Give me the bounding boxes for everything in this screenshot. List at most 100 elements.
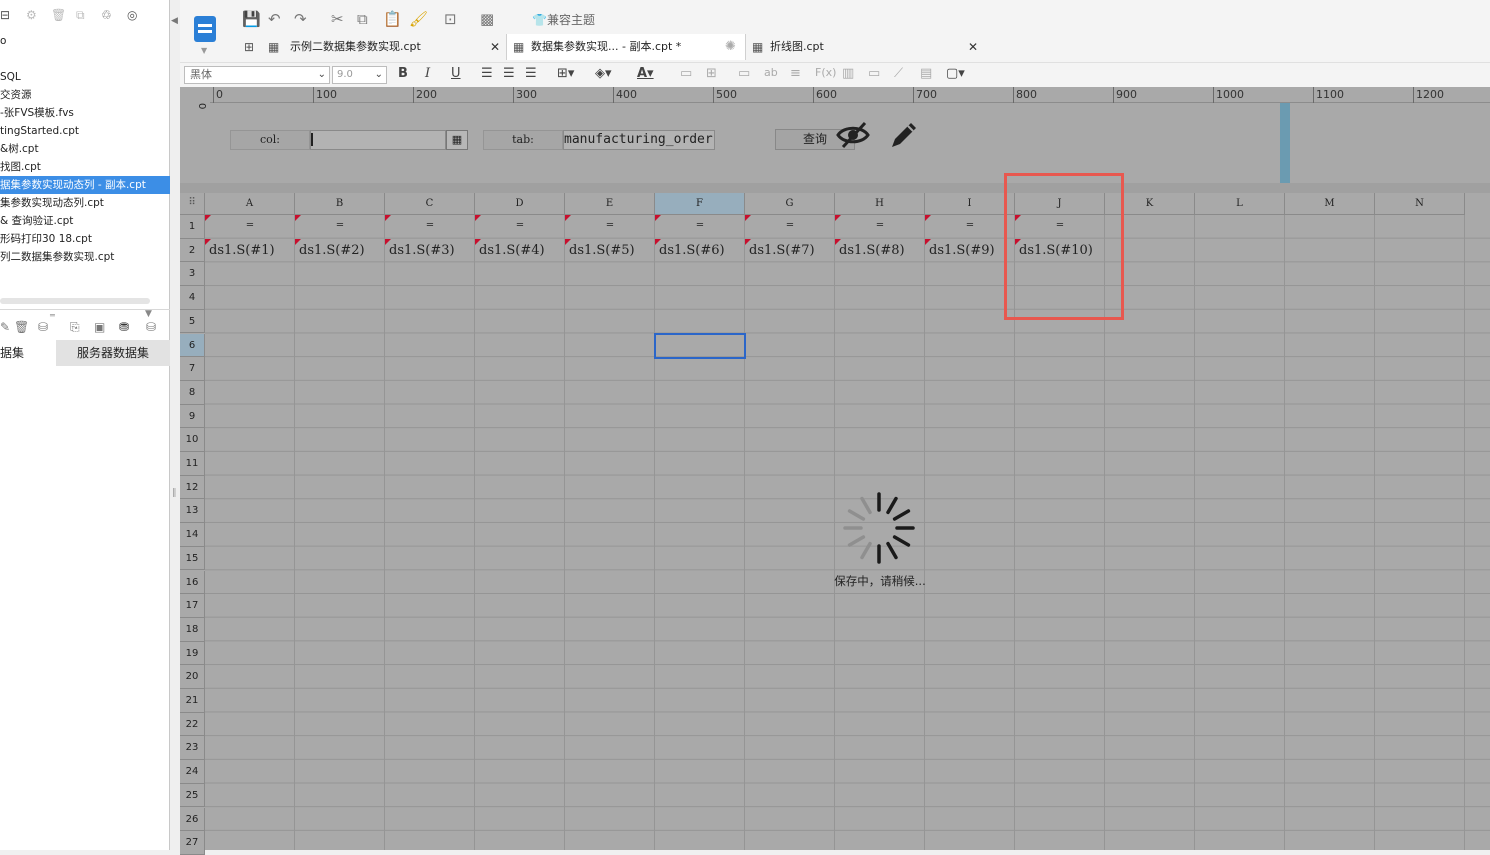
- cell[interactable]: ds1.S(#6): [655, 238, 745, 263]
- underline-icon[interactable]: U: [451, 66, 461, 81]
- slash-icon[interactable]: ⟋: [894, 66, 903, 81]
- text-wrap-icon[interactable]: ▭: [738, 66, 750, 81]
- file-item[interactable]: 找图.cpt: [0, 158, 170, 176]
- border-icon[interactable]: ⊞▾: [557, 66, 574, 81]
- column-header[interactable]: C: [385, 193, 475, 215]
- cell[interactable]: =: [475, 215, 565, 239]
- align-right-icon[interactable]: ☰: [525, 66, 537, 81]
- column-header[interactable]: H: [835, 193, 925, 215]
- row-header[interactable]: 9: [180, 404, 205, 429]
- cell[interactable]: =: [295, 215, 385, 239]
- align-left-icon[interactable]: ☰: [481, 66, 493, 81]
- cell[interactable]: ds1.S(#8): [835, 238, 925, 263]
- column-header[interactable]: B: [295, 193, 385, 215]
- row-header[interactable]: 21: [180, 689, 205, 713]
- select-all-corner[interactable]: ⠿: [180, 193, 205, 215]
- close-icon[interactable]: ✕: [968, 34, 978, 60]
- column-header[interactable]: D: [475, 193, 565, 215]
- delete-dataset-icon[interactable]: 🗑: [14, 320, 29, 334]
- format-painter-icon[interactable]: 🖌: [409, 10, 428, 28]
- paste-icon[interactable]: 📋: [383, 10, 402, 28]
- unmerge-cells-icon[interactable]: ⊞: [706, 66, 717, 81]
- row-header[interactable]: 17: [180, 594, 205, 618]
- cell[interactable]: =: [205, 215, 295, 239]
- tab-server-dataset[interactable]: 服务器数据集: [56, 340, 170, 366]
- preview-icon[interactable]: ⊡: [444, 10, 457, 28]
- tab-input[interactable]: manufacturing_order: [563, 130, 715, 150]
- file-item[interactable]: SQL: [0, 68, 170, 86]
- file-item[interactable]: &树.cpt: [0, 140, 170, 158]
- horizontal-scrollbar[interactable]: [0, 298, 150, 304]
- cell[interactable]: =: [565, 215, 655, 239]
- bold-icon[interactable]: B: [398, 66, 408, 81]
- cell-border-icon[interactable]: ▢▾: [946, 66, 965, 81]
- image-icon[interactable]: ▭: [868, 66, 880, 81]
- copy-icon[interactable]: ⧉: [357, 10, 368, 28]
- italic-icon[interactable]: I: [425, 66, 430, 81]
- row-header[interactable]: 13: [180, 499, 205, 524]
- file-item[interactable]: 形码打印30 18.cpt: [0, 230, 170, 248]
- collapse-icon[interactable]: ▼: [145, 309, 152, 319]
- splitter-grip-icon[interactable]: ‖: [172, 488, 177, 498]
- row-header[interactable]: 7: [180, 357, 205, 381]
- row-header[interactable]: 6: [180, 333, 205, 358]
- delete-icon[interactable]: 🗑: [51, 8, 66, 22]
- file-item[interactable]: o: [0, 32, 170, 50]
- cut-icon[interactable]: ✂: [331, 10, 344, 28]
- row-header[interactable]: 16: [180, 570, 205, 595]
- row-header[interactable]: 23: [180, 736, 205, 761]
- row-header[interactable]: 3: [180, 262, 205, 287]
- undo-icon[interactable]: ↶: [268, 10, 281, 28]
- close-icon[interactable]: ✕: [490, 34, 500, 60]
- cell[interactable]: =: [925, 215, 1015, 239]
- cell[interactable]: ds1.S(#3): [385, 238, 475, 263]
- file-item[interactable]: 据集参数实现动态列 - 副本.cpt: [0, 176, 170, 194]
- row-header[interactable]: 15: [180, 546, 205, 571]
- paragraph-icon[interactable]: ≡: [790, 66, 801, 81]
- row-header[interactable]: 20: [180, 665, 205, 689]
- preview-icon[interactable]: ⎘: [70, 320, 80, 335]
- file-item[interactable]: & 查询验证.cpt: [0, 212, 170, 230]
- column-header[interactable]: A: [205, 193, 295, 215]
- cell[interactable]: =: [385, 215, 475, 239]
- copy-icon[interactable]: ⧉: [76, 8, 85, 23]
- file-item[interactable]: -张FVS模板.fvs: [0, 104, 170, 122]
- splitter-grip-icon[interactable]: ═: [50, 311, 55, 320]
- fill-color-icon[interactable]: ◈▾: [595, 66, 612, 81]
- file-item[interactable]: 集参数实现动态列.cpt: [0, 194, 170, 212]
- template-menu-button[interactable]: ▼: [190, 10, 220, 55]
- column-header[interactable]: I: [925, 193, 1015, 215]
- tab-template-dataset[interactable]: 据集: [0, 340, 56, 366]
- file-item[interactable]: 交资源: [0, 86, 170, 104]
- column-header[interactable]: E: [565, 193, 655, 215]
- row-header[interactable]: 2: [180, 238, 205, 263]
- tab-dataset-copy[interactable]: ▦ 数据集参数实现... - 副本.cpt * ✺: [506, 34, 746, 60]
- row-header[interactable]: 24: [180, 760, 205, 784]
- refresh-dataset-icon[interactable]: ⛁: [146, 320, 156, 334]
- merge-cells-icon[interactable]: ▭: [680, 66, 692, 81]
- locate-icon[interactable]: ◎: [127, 8, 137, 22]
- row-header[interactable]: 22: [180, 712, 205, 737]
- row-header[interactable]: 11: [180, 452, 205, 476]
- cell[interactable]: ds1.S(#2): [295, 238, 385, 263]
- collapse-left-icon[interactable]: ◀: [171, 16, 178, 26]
- row-header[interactable]: 27: [180, 831, 205, 855]
- cell[interactable]: ds1.S(#9): [925, 238, 1015, 263]
- column-header[interactable]: L: [1195, 193, 1285, 215]
- column-header[interactable]: M: [1285, 193, 1375, 215]
- row-header[interactable]: 26: [180, 807, 205, 832]
- database-icon[interactable]: ⛁: [38, 320, 48, 334]
- font-size-select[interactable]: 9.0 ⌄: [332, 66, 387, 84]
- add-database-icon[interactable]: ⛃: [119, 320, 129, 334]
- edit-icon[interactable]: ✎: [0, 320, 10, 334]
- file-item[interactable]: 列二数据集参数实现.cpt: [0, 248, 170, 266]
- font-family-select[interactable]: 黑体 ⌄: [184, 66, 330, 84]
- row-header[interactable]: 1: [180, 215, 205, 239]
- pencil-icon[interactable]: [886, 117, 922, 153]
- settings-icon[interactable]: ⚙: [26, 8, 37, 22]
- recycle-icon[interactable]: ♲: [101, 8, 112, 22]
- selected-cell[interactable]: [654, 332, 746, 360]
- column-header[interactable]: N: [1375, 193, 1465, 215]
- save-icon[interactable]: 💾: [242, 10, 261, 28]
- file-item[interactable]: [0, 50, 170, 68]
